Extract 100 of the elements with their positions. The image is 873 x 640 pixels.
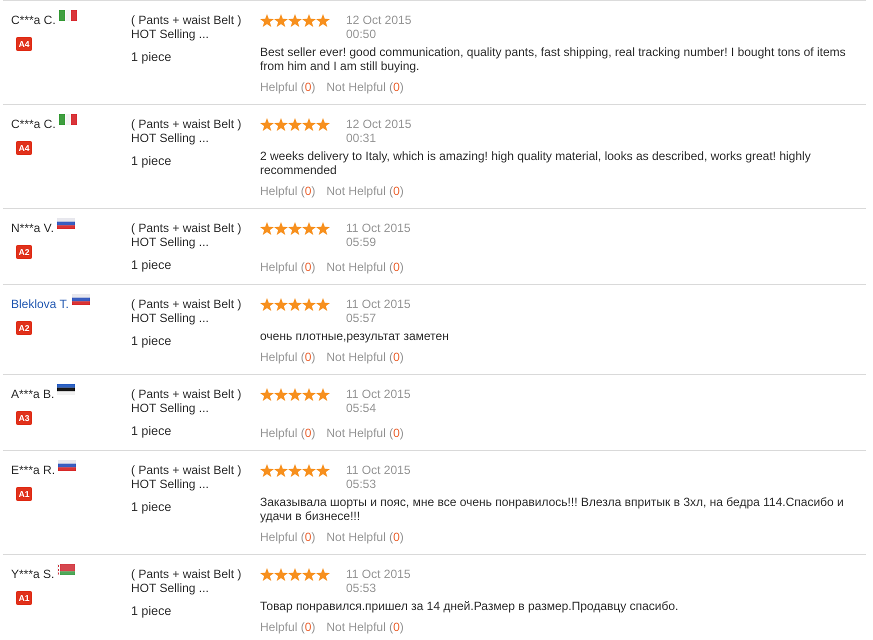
star-icon <box>316 118 330 131</box>
star-icon <box>260 222 274 235</box>
star-icon <box>288 568 302 581</box>
quantity-text: 1 piece <box>131 50 172 64</box>
review-comment: очень плотные,результат заметен <box>260 329 449 343</box>
star-icon <box>288 298 302 311</box>
star-icon <box>260 118 274 131</box>
review-time: 05:53 <box>346 581 378 595</box>
quantity-text: 1 piece <box>131 500 172 514</box>
reviewer-name: A***a B. <box>11 387 54 401</box>
star-icon <box>274 464 288 477</box>
not-helpful-button[interactable]: Not Helpful (0) <box>326 530 404 544</box>
product-link[interactable]: ( Pants + waist Belt ) HOT Selling ... <box>131 13 251 41</box>
star-icon <box>316 568 330 581</box>
buyer-level-badge: A4 <box>16 141 32 155</box>
review-comment: Best seller ever! good communication, quality pants, fast shipping, real tracking number! I bought tons of items from him and I am still buying. <box>260 45 847 73</box>
star-icon <box>316 388 330 401</box>
not-helpful-button[interactable]: Not Helpful (0) <box>326 260 404 274</box>
product-link[interactable]: ( Pants + waist Belt ) HOT Selling ... <box>131 221 251 249</box>
review-date: 12 Oct 2015 <box>346 117 412 131</box>
buyer-level-badge: A3 <box>16 411 32 425</box>
not-helpful-button[interactable]: Not Helpful (0) <box>326 620 404 634</box>
product-link[interactable]: ( Pants + waist Belt ) HOT Selling ... <box>131 297 251 325</box>
reviewer-name: Y***a S. <box>11 567 54 581</box>
review-time: 05:57 <box>346 311 378 325</box>
helpful-button[interactable]: Helpful (0) <box>260 350 316 364</box>
reviewer-name: N***a V. <box>11 221 54 235</box>
buyer-level-badge: A2 <box>16 245 32 259</box>
star-icon <box>302 118 316 131</box>
quantity-text: 1 piece <box>131 604 172 618</box>
review-time: 05:53 <box>346 477 378 491</box>
star-icon <box>288 118 302 131</box>
flag-icon <box>58 114 77 125</box>
helpful-button[interactable]: Helpful (0) <box>260 184 316 198</box>
star-icon <box>260 568 274 581</box>
star-icon <box>316 298 330 311</box>
quantity-text: 1 piece <box>131 154 172 168</box>
flag-icon <box>58 10 77 21</box>
buyer-level-badge: A2 <box>16 321 32 335</box>
buyer-level-badge: A1 <box>16 487 32 501</box>
review-time: 00:50 <box>346 27 378 41</box>
star-icon <box>302 464 316 477</box>
reviewer-name: C***a C. <box>11 117 56 131</box>
star-icon <box>260 298 274 311</box>
helpful-button[interactable]: Helpful (0) <box>260 530 316 544</box>
star-icon <box>274 388 288 401</box>
quantity-text: 1 piece <box>131 334 172 348</box>
star-icon <box>288 14 302 27</box>
star-icon <box>274 222 288 235</box>
reviewer-name: E***a R. <box>11 463 56 477</box>
buyer-level-badge: A1 <box>16 591 32 605</box>
review-comment: Товар понравился.пришел за 14 дней.Размер в размер.Продавцу спасибо. <box>260 599 678 613</box>
review-date: 11 Oct 2015 <box>346 221 410 235</box>
star-icon <box>274 568 288 581</box>
quantity-text: 1 piece <box>131 424 172 438</box>
star-icon <box>260 388 274 401</box>
star-icon <box>316 464 330 477</box>
helpful-button[interactable]: Helpful (0) <box>260 80 316 94</box>
helpful-button[interactable]: Helpful (0) <box>260 620 316 634</box>
flag-icon <box>58 460 76 471</box>
star-icon <box>302 298 316 311</box>
review-comment: 2 weeks delivery to Italy, which is amazing! high quality material, looks as described, works great! highly recommended <box>260 149 812 177</box>
star-icon <box>288 222 302 235</box>
star-icon <box>288 388 302 401</box>
star-icon <box>260 14 274 27</box>
review-date: 11 Oct 2015 <box>346 387 410 401</box>
flag-icon <box>56 218 75 229</box>
helpful-button[interactable]: Helpful (0) <box>260 426 316 440</box>
flag-icon <box>72 294 90 305</box>
product-link[interactable]: ( Pants + waist Belt ) HOT Selling ... <box>131 463 251 491</box>
review-date: 12 Oct 2015 <box>346 13 412 27</box>
buyer-level-badge: A4 <box>16 37 32 51</box>
product-link[interactable]: ( Pants + waist Belt ) HOT Selling ... <box>131 387 251 415</box>
review-date: 11 Oct 2015 <box>346 463 410 477</box>
star-icon <box>302 568 316 581</box>
not-helpful-button[interactable]: Not Helpful (0) <box>326 184 404 198</box>
review-time: 05:59 <box>346 235 378 249</box>
product-link[interactable]: ( Pants + waist Belt ) HOT Selling ... <box>131 567 251 595</box>
star-icon <box>288 464 302 477</box>
star-icon <box>316 14 330 27</box>
quantity-text: 1 piece <box>131 258 172 272</box>
review-time: 00:31 <box>346 131 378 145</box>
reviewer-name: C***a C. <box>11 13 56 27</box>
star-icon <box>302 222 316 235</box>
not-helpful-button[interactable]: Not Helpful (0) <box>326 80 404 94</box>
review-time: 05:54 <box>346 401 378 415</box>
review-date: 11 Oct 2015 <box>346 297 410 311</box>
review-comment: Заказывала шорты и пояс, мне все очень понравилось!!! Влезла впритык в 3хл, на бедра 114.Спасибо и удачи в бизнесе!!! <box>260 495 845 523</box>
star-icon <box>302 388 316 401</box>
flag-icon <box>57 384 76 395</box>
reviewer-name-link[interactable]: Bleklova T. <box>11 297 69 311</box>
star-icon <box>274 118 288 131</box>
not-helpful-button[interactable]: Not Helpful (0) <box>326 426 404 440</box>
not-helpful-button[interactable]: Not Helpful (0) <box>326 350 404 364</box>
product-link[interactable]: ( Pants + waist Belt ) HOT Selling ... <box>131 117 251 145</box>
flag-icon <box>57 564 76 575</box>
star-icon <box>260 464 274 477</box>
star-icon <box>274 14 288 27</box>
helpful-button[interactable]: Helpful (0) <box>260 260 316 274</box>
star-icon <box>302 14 316 27</box>
